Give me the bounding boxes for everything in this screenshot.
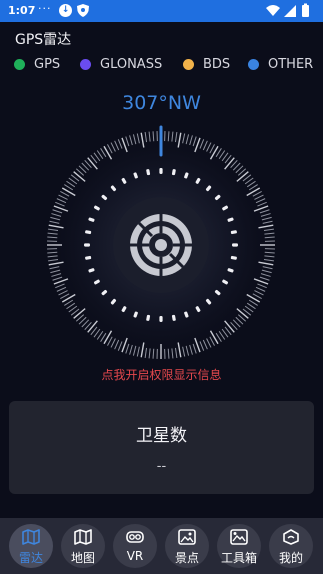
compass-tick (47, 251, 58, 254)
profile-icon (283, 529, 299, 545)
compass-tick (167, 348, 170, 359)
app-title: GPS雷达 (15, 32, 72, 48)
compass-tick (47, 236, 58, 239)
legend-item-bds: BDS (183, 54, 230, 74)
battery-icon (302, 5, 309, 17)
compass-dot (232, 243, 238, 247)
vr-goggles-icon (126, 531, 144, 543)
download-circle-icon: ↓ (59, 4, 72, 17)
nav-label: 工具箱 (220, 551, 257, 565)
notification-overflow: ··· (38, 2, 52, 15)
legend-label: GLONASS (100, 56, 163, 72)
compass-heading: 307°NW (122, 92, 201, 114)
nav-label: 景点 (174, 551, 199, 565)
radar-compass[interactable] (41, 125, 281, 365)
compass-tick (264, 236, 275, 239)
legend-label: BDS (203, 56, 231, 72)
compass-tick (264, 251, 275, 254)
legend-item-glonass: GLONASS (80, 54, 162, 74)
nav-item-scenic-spots[interactable]: 景点 (165, 524, 209, 568)
legend-label: GPS (34, 56, 61, 72)
nav-item-profile[interactable]: 我的 (269, 524, 313, 568)
nav-item-vr[interactable]: VR (113, 524, 157, 568)
legend-item-other: OTHER (248, 54, 313, 74)
nav-item-radar[interactable]: 雷达 (9, 524, 53, 568)
satellite-count-card: 卫星数 -- (9, 401, 314, 494)
legend-label: OTHER (268, 56, 314, 72)
nav-label: VR (126, 549, 144, 563)
toolbox-image-icon (230, 529, 248, 545)
landscape-photo-icon (178, 529, 196, 545)
satellite-count-value: -- (156, 459, 167, 474)
legend-dot-bds (183, 58, 194, 70)
status-time: 1:07 (8, 4, 36, 17)
compass-dot (84, 243, 90, 247)
nav-label: 雷达 (18, 551, 43, 565)
wifi-icon (266, 5, 280, 16)
compass-dot (159, 316, 163, 322)
legend-item-gps: GPS (14, 54, 60, 74)
satellite-count-title: 卫星数 (136, 426, 187, 446)
legend-dot-other (248, 58, 259, 70)
nav-label: 我的 (278, 551, 303, 565)
nav-item-toolbox[interactable]: 工具箱 (217, 524, 261, 568)
nav-label: 地图 (70, 551, 95, 565)
bottom-navigation: 雷达 地图 VR 景点 工具箱 我的 (0, 518, 323, 574)
legend-dot-gps (14, 58, 25, 70)
compass-dot (159, 168, 163, 174)
compass-tick (152, 131, 155, 142)
status-bar: 1:07 ··· ↓ (0, 0, 323, 22)
shield-icon (77, 4, 89, 17)
satellite-legend: GPS GLONASS BDS OTHER (0, 54, 323, 74)
radar-center-icon (130, 214, 192, 276)
permission-hint-link[interactable]: 点我开启权限显示信息 (0, 366, 323, 383)
nav-item-map[interactable]: 地图 (61, 524, 105, 568)
cell-signal-icon (284, 5, 296, 17)
compass-tick (152, 348, 155, 359)
compass-tick (167, 131, 170, 142)
map-icon (74, 529, 92, 545)
status-right-icons (266, 3, 309, 17)
legend-dot-glonass (80, 58, 91, 70)
radar-map-icon (22, 529, 40, 545)
